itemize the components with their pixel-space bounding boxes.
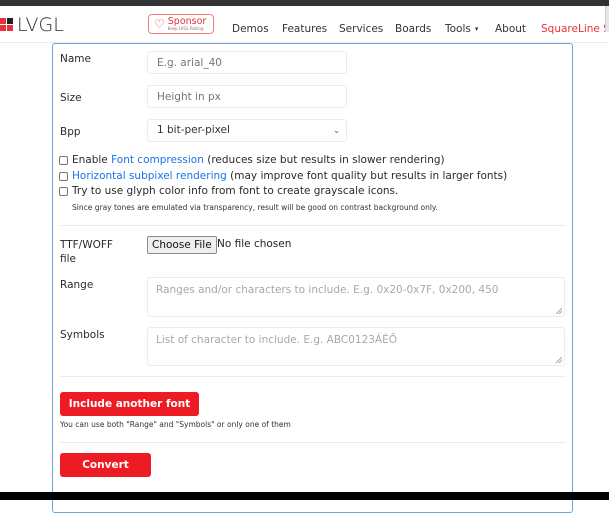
nav-boards[interactable]: Boards [395, 23, 431, 35]
bpp-selected-value: 1 bit-per-pixel [157, 124, 230, 136]
symbols-label: Symbols [60, 329, 105, 341]
grayscale-checkbox[interactable] [59, 186, 68, 196]
file-label: TTF/WOFF file [60, 238, 113, 266]
file-label-line2: file [60, 253, 76, 265]
convert-button[interactable]: Convert [60, 453, 151, 477]
navbar: LVGL ♡ Sponsor Keep LVGL Rolling Demos F… [0, 6, 609, 43]
divider [60, 376, 566, 377]
option-text: Try to use glyph color info from font to… [72, 185, 399, 197]
range-symbols-hint: You can use both "Range" and "Symbols" o… [60, 420, 291, 429]
nav-services[interactable]: Services [339, 23, 383, 35]
choose-file-button[interactable]: Choose File [147, 236, 217, 254]
range-placeholder: Ranges and/or characters to include. E.g… [156, 284, 499, 296]
scrollbar[interactable] [605, 6, 609, 32]
font-compression-checkbox[interactable] [59, 155, 68, 165]
name-label: Name [60, 53, 91, 65]
lvgl-logo[interactable]: LVGL [0, 14, 64, 36]
sponsor-button[interactable]: ♡ Sponsor Keep LVGL Rolling [148, 14, 214, 34]
size-input[interactable] [147, 85, 347, 108]
nav-tools[interactable]: Tools ▾ [445, 23, 478, 35]
resize-handle-icon[interactable] [556, 357, 562, 363]
sponsor-subtitle: Keep LVGL Rolling [167, 26, 204, 32]
bottom-bar [0, 492, 609, 500]
bpp-select[interactable]: 1 bit-per-pixel ⌄ [147, 119, 347, 142]
subpixel-checkbox[interactable] [59, 171, 68, 181]
option-suffix: (may improve font quality but results in… [226, 170, 508, 182]
grayscale-note: Since gray tones are emulated via transp… [72, 203, 438, 212]
font-compression-option: Enable Font compression (reduces size bu… [59, 154, 445, 166]
symbols-placeholder: List of character to include. E.g. ABC01… [156, 334, 398, 346]
nav-squareline[interactable]: SquareLine St [541, 23, 609, 35]
name-input[interactable] [147, 51, 347, 74]
subpixel-link[interactable]: Horizontal subpixel rendering [72, 170, 227, 182]
font-compression-link[interactable]: Font compression [111, 154, 204, 166]
file-status: No file chosen [217, 238, 292, 250]
file-label-line1: TTF/WOFF [60, 239, 113, 251]
nav-demos[interactable]: Demos [232, 23, 269, 35]
divider [60, 442, 566, 443]
option-prefix: Enable [72, 154, 112, 166]
nav-about[interactable]: About [495, 23, 526, 35]
range-label: Range [60, 279, 94, 291]
nav-features[interactable]: Features [282, 23, 327, 35]
grayscale-option: Try to use glyph color info from font to… [59, 185, 398, 197]
symbols-textarea[interactable]: List of character to include. E.g. ABC01… [147, 327, 565, 366]
bpp-label: Bpp [60, 126, 81, 138]
include-another-font-button[interactable]: Include another font [60, 392, 199, 416]
chevron-down-icon: ▾ [474, 25, 479, 33]
subpixel-option: Horizontal subpixel rendering (may impro… [59, 170, 507, 182]
sponsor-title: Sponsor [167, 15, 207, 27]
divider [60, 225, 566, 226]
size-label: Size [60, 92, 82, 104]
resize-handle-icon[interactable] [556, 308, 562, 314]
lvgl-logo-icon [0, 18, 14, 32]
chevron-down-icon: ⌄ [333, 126, 340, 135]
range-textarea[interactable]: Ranges and/or characters to include. E.g… [147, 277, 565, 317]
option-suffix: (reduces size but results in slower rend… [203, 154, 445, 166]
nav-tools-label: Tools [445, 23, 471, 35]
logo-text: LVGL [17, 14, 64, 36]
heart-icon: ♡ [154, 17, 165, 31]
